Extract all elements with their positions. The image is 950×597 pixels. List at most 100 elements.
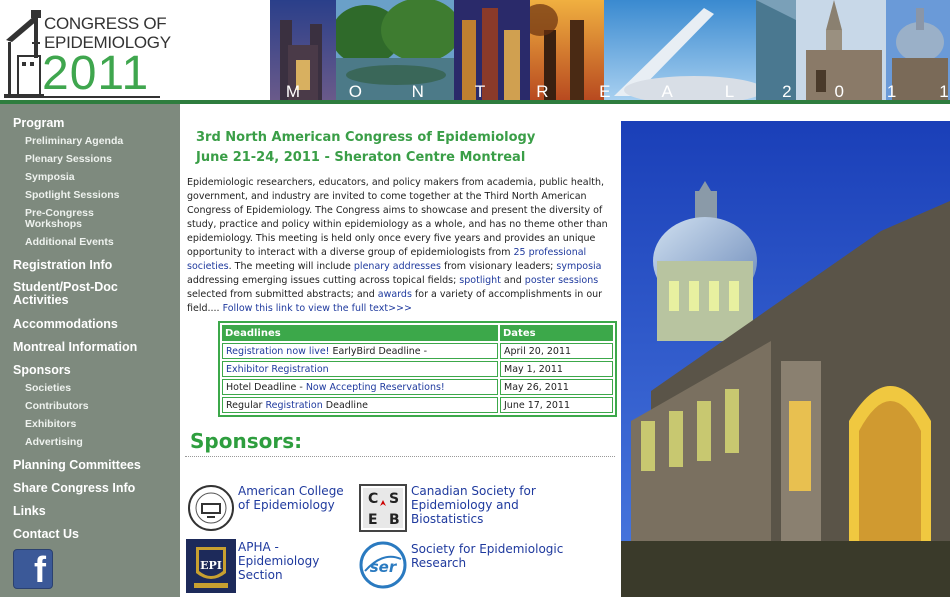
symposia-link[interactable]: symposia (556, 261, 601, 272)
banner-letter: O (348, 82, 362, 101)
banner-letter: N (411, 82, 424, 101)
nav-symposia[interactable]: Symposia (25, 172, 75, 183)
banner-letter: T (474, 82, 486, 101)
cseb-logo-letter: E (368, 512, 378, 528)
table-row: Hotel Deadline - Now Accepting Reservati… (222, 379, 613, 395)
nav-plenary-sessions[interactable]: Plenary Sessions (25, 154, 112, 165)
sponsors-divider (185, 456, 615, 457)
spotlight-link[interactable]: spotlight (459, 275, 501, 286)
nav-preliminary-agenda[interactable]: Preliminary Agenda (25, 136, 123, 147)
nav-additional-events[interactable]: Additional Events (25, 237, 114, 248)
poster-sessions-link[interactable]: poster sessions (525, 275, 598, 286)
deadline-text: Deadline (322, 399, 368, 411)
facebook-icon[interactable]: f (13, 549, 53, 590)
congress-dates: June 21-24, 2011 - Sheraton Centre Montr… (196, 150, 526, 165)
sponsor-cseb-line1: Canadian Society for (411, 484, 536, 498)
date-cell: May 1, 2011 (500, 361, 613, 377)
sponsor-cseb-link[interactable]: Canadian Society for Epidemiology and Bi… (411, 484, 536, 526)
regular-registration-link[interactable]: Registration (265, 400, 322, 411)
nav-advertising[interactable]: Advertising (25, 437, 83, 448)
deadlines-column-header: Deadlines (222, 325, 498, 341)
nav-links[interactable]: Links (13, 504, 46, 518)
nav-pre-congress-line2: Workshops (25, 218, 82, 230)
sponsor-ace-link[interactable]: American College of Epidemiology (238, 484, 344, 512)
sponsor-apha-line3: Section (238, 568, 283, 582)
banner-letter: 1 (939, 82, 949, 101)
hotel-reservations-link[interactable]: Now Accepting Reservations! (306, 382, 445, 393)
intro-text: selected from submitted abstracts; and (187, 289, 378, 300)
olympic-tower-icon (4, 10, 44, 98)
intro-text: and (500, 275, 525, 286)
sponsor-ace-line1: American College (238, 484, 344, 498)
full-text-link[interactable]: Follow this link to view the full text>>… (223, 303, 412, 314)
cseb-logo-letter: S (389, 491, 399, 507)
nav-student-postdoc-activities[interactable]: Student/Post-Doc Activities (13, 281, 118, 307)
nav-montreal-information[interactable]: Montreal Information (13, 340, 137, 354)
nav-share-congress-info[interactable]: Share Congress Info (13, 481, 135, 495)
sponsor-cseb-line2: Epidemiology and (411, 498, 519, 512)
logo-underline (44, 96, 160, 98)
awards-link[interactable]: awards (378, 289, 412, 300)
registration-live-link[interactable]: Registration now live! (226, 346, 329, 357)
date-cell: April 20, 2011 (500, 343, 613, 359)
deadline-cell: Registration now live! EarlyBird Deadlin… (222, 343, 498, 359)
nav-accommodations[interactable]: Accommodations (13, 317, 118, 331)
date-cell: June 17, 2011 (500, 397, 613, 413)
cseb-logo-letter: C (368, 491, 378, 507)
nav-pre-congress-workshops[interactable]: Pre-Congress Workshops (25, 208, 94, 230)
nav-spotlight-sessions[interactable]: Spotlight Sessions (25, 190, 120, 201)
plenary-addresses-link[interactable]: plenary addresses (354, 261, 441, 272)
congress-logo[interactable]: CONGRESS OF EPIDEMIOLOGY 2011 (0, 0, 270, 100)
sponsor-ser-link[interactable]: Society for Epidemiologic Research (411, 542, 563, 570)
exhibitor-registration-link[interactable]: Exhibitor Registration (226, 364, 329, 375)
site-header: CONGRESS OF EPIDEMIOLOGY 2011 M O N T R … (0, 0, 950, 104)
nav-contact-us[interactable]: Contact Us (13, 527, 79, 541)
nav-planning-committees[interactable]: Planning Committees (13, 458, 141, 472)
nav-student-line1: Student/Post-Doc (13, 280, 118, 294)
nav-program[interactable]: Program (13, 116, 64, 130)
nav-student-line2: Activities (13, 293, 69, 307)
sponsor-apha-line2: Epidemiology (238, 554, 320, 568)
banner-letter: R (536, 82, 549, 101)
intro-text: Epidemiologic researchers, educators, an… (187, 177, 608, 258)
cseb-logo-letter: B (389, 512, 400, 528)
sponsor-ser-line2: Research (411, 556, 467, 570)
nav-registration-info[interactable]: Registration Info (13, 258, 112, 272)
deadlines-table: Deadlines Dates Registration now live! E… (218, 321, 617, 417)
main-content: 3rd North American Congress of Epidemiol… (180, 104, 620, 597)
table-row: Registration now live! EarlyBird Deadlin… (222, 343, 613, 359)
banner-letter: 1 (886, 82, 897, 101)
banner-letter: 0 (834, 82, 844, 101)
deadline-text: Hotel Deadline - (226, 381, 306, 393)
banner-letter: 2 (782, 82, 792, 101)
intro-paragraph: Epidemiologic researchers, educators, an… (187, 176, 612, 316)
table-row: Exhibitor Registration May 1, 2011 (222, 361, 613, 377)
nav-sponsors[interactable]: Sponsors (13, 363, 71, 377)
ace-seal-logo[interactable] (187, 484, 235, 532)
deadline-cell: Exhibitor Registration (222, 361, 498, 377)
nav-contributors[interactable]: Contributors (25, 401, 89, 412)
ser-logo-text: ser (370, 558, 398, 576)
deadline-text: Regular (226, 399, 266, 411)
banner-letter: L (724, 82, 735, 101)
cseb-logo[interactable]: C S E B (359, 484, 407, 532)
apha-epi-logo[interactable]: EPI (186, 539, 236, 593)
dates-column-header: Dates (500, 325, 613, 341)
facebook-glyph: f (34, 549, 46, 590)
ser-logo[interactable]: ser (359, 541, 407, 589)
sidebar-nav: Program Preliminary Agenda Plenary Sessi… (0, 104, 180, 597)
apha-logo-text: EPI (200, 559, 222, 572)
sponsor-apha-link[interactable]: APHA - Epidemiology Section (238, 540, 319, 582)
montreal-2011-banner: M O N T R E A L 2 0 1 1 (282, 82, 950, 101)
deadline-text: EarlyBird Deadline - (329, 345, 428, 357)
banner-letter: E (599, 82, 611, 101)
deadline-cell: Regular Registration Deadline (222, 397, 498, 413)
sponsor-ace-line2: of Epidemiology (238, 498, 335, 512)
deadline-cell: Hotel Deadline - Now Accepting Reservati… (222, 379, 498, 395)
nav-societies[interactable]: Societies (25, 383, 71, 394)
sponsor-apha-line1: APHA - (238, 540, 279, 554)
intro-text: addressing emerging issues cutting acros… (187, 275, 460, 286)
nav-exhibitors[interactable]: Exhibitors (25, 419, 76, 430)
congress-title: 3rd North American Congress of Epidemiol… (196, 130, 536, 145)
sponsor-cseb-line3: Biostatistics (411, 512, 484, 526)
